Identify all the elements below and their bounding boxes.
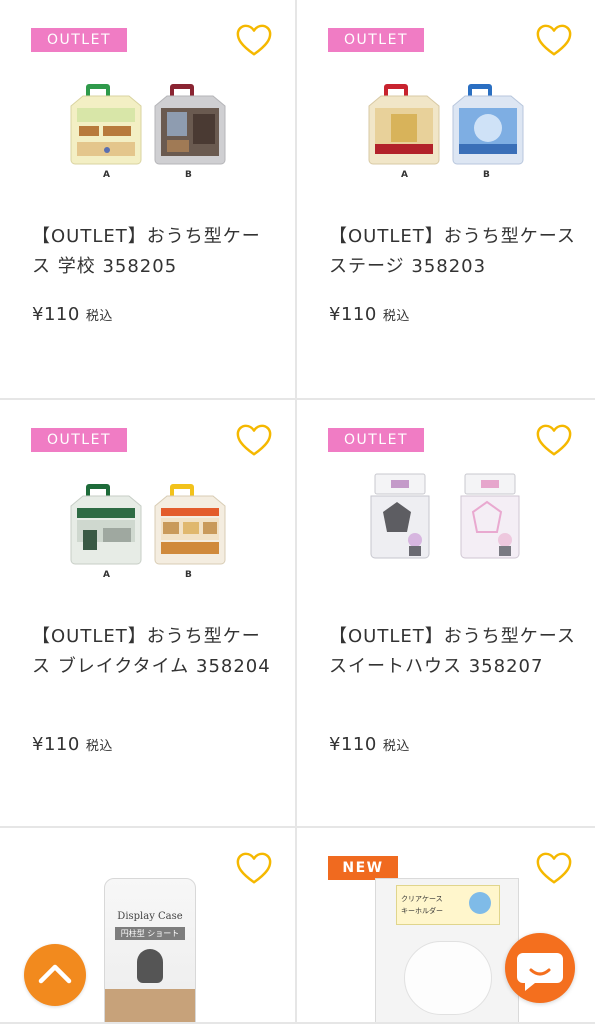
tax-label: 税込 <box>382 309 410 324</box>
variant-label-b: B <box>483 170 490 180</box>
package-label-2: キーホルダー <box>401 907 443 915</box>
product-image[interactable] <box>63 468 233 590</box>
figure-silhouette <box>137 949 163 983</box>
heart-icon[interactable] <box>235 850 273 888</box>
heart-icon[interactable] <box>235 22 273 60</box>
tax-label: 税込 <box>382 739 410 754</box>
variant-label-a: A <box>103 570 110 580</box>
product-image[interactable] <box>63 68 233 190</box>
product-title[interactable]: 【OUTLET】おうち型ケース ブレイクタイム 358204 <box>32 622 277 682</box>
product-price: ¥110 税込 <box>32 734 113 755</box>
variant-label-b: B <box>185 570 192 580</box>
product-card[interactable]: OUTLET A B 【OUTLET】おうち型ケース ブレイクタイム 35820… <box>0 400 297 828</box>
heart-icon[interactable] <box>535 22 573 60</box>
product-price: ¥110 税込 <box>329 304 410 325</box>
chevron-up-icon <box>38 964 72 984</box>
product-card[interactable]: OUTLET 【OUTLET】おうち型ケース スイートハウス 358207 ¥1… <box>297 400 595 828</box>
outlet-badge: OUTLET <box>31 428 127 452</box>
clear-case <box>404 941 492 1015</box>
product-image[interactable]: Display Case 円柱型 ショート <box>104 878 196 1022</box>
variant-label-a: A <box>103 170 110 180</box>
new-badge: NEW <box>328 856 398 880</box>
product-image[interactable] <box>361 468 531 590</box>
package-header: クリアケース キーホルダー <box>396 885 500 925</box>
product-card[interactable]: OUTLET A B 【OUTLET】おうち型ケース ステージ 358203 ¥… <box>297 0 595 400</box>
case-base <box>105 989 195 1022</box>
product-card[interactable]: OUTLET A B 【OUTLET】おうち型ケース 学校 358205 ¥11… <box>0 0 297 400</box>
package-label-2: 円柱型 ショート <box>115 927 185 940</box>
heart-icon[interactable] <box>535 850 573 888</box>
outlet-badge: OUTLET <box>328 428 424 452</box>
character-face <box>469 892 491 914</box>
variant-label-a: A <box>401 170 408 180</box>
package-label-1: クリアケース <box>401 895 443 903</box>
product-grid: OUTLET A B 【OUTLET】おうち型ケース 学校 358205 ¥11… <box>0 0 595 1024</box>
price-value: ¥110 <box>32 734 80 755</box>
chat-button[interactable] <box>505 933 575 1003</box>
price-value: ¥110 <box>329 304 377 325</box>
tax-label: 税込 <box>85 309 113 324</box>
tax-label: 税込 <box>85 739 113 754</box>
price-value: ¥110 <box>329 734 377 755</box>
product-title[interactable]: 【OUTLET】おうち型ケース ステージ 358203 <box>329 222 577 282</box>
price-value: ¥110 <box>32 304 80 325</box>
chat-bubble-icon <box>517 953 563 991</box>
package-label-1: Display Case <box>117 911 183 922</box>
outlet-badge: OUTLET <box>328 28 424 52</box>
product-image[interactable] <box>361 68 531 190</box>
product-title[interactable]: 【OUTLET】おうち型ケース スイートハウス 358207 <box>329 622 577 682</box>
product-price: ¥110 税込 <box>329 734 410 755</box>
heart-icon[interactable] <box>235 422 273 460</box>
heart-icon[interactable] <box>535 422 573 460</box>
scroll-top-button[interactable] <box>24 944 86 1006</box>
product-title[interactable]: 【OUTLET】おうち型ケース 学校 358205 <box>32 222 277 282</box>
outlet-badge: OUTLET <box>31 28 127 52</box>
product-image[interactable]: クリアケース キーホルダー <box>375 878 519 1022</box>
product-price: ¥110 税込 <box>32 304 113 325</box>
variant-label-b: B <box>185 170 192 180</box>
